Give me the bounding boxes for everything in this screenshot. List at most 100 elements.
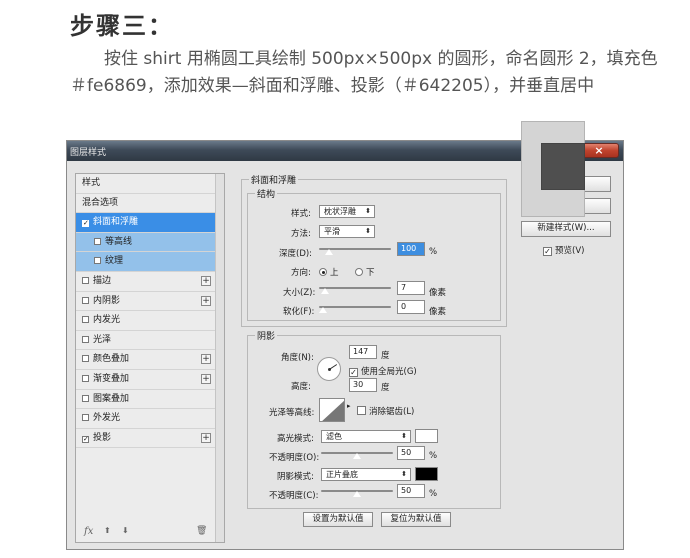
- checkbox-icon[interactable]: [82, 335, 89, 343]
- checkbox-icon[interactable]: [82, 355, 89, 363]
- contour-dropdown-icon[interactable]: ▸: [347, 402, 351, 410]
- style-item-label: 光泽: [93, 334, 112, 345]
- radio-icon: [319, 268, 327, 276]
- gloss-contour-picker[interactable]: [319, 398, 345, 422]
- checkbox-icon[interactable]: [82, 316, 89, 324]
- checkbox-icon[interactable]: [82, 414, 89, 422]
- style-item[interactable]: 内发光: [76, 311, 217, 331]
- highlight-mode-value: 滤色: [326, 432, 342, 441]
- global-light-checkbox[interactable]: ✓ 使用全局光(G): [349, 365, 417, 377]
- direction-down-radio[interactable]: 下: [355, 266, 375, 278]
- technique-label: 方法:: [291, 229, 311, 239]
- soften-slider[interactable]: [318, 304, 391, 314]
- altitude-input[interactable]: 30: [349, 378, 377, 392]
- direction-up-radio[interactable]: 上: [319, 266, 339, 278]
- style-item[interactable]: 颜色叠加 +: [76, 350, 217, 370]
- highlight-opacity-label: 不透明度(O):: [269, 453, 320, 463]
- set-default-button[interactable]: 设置为默认值: [303, 512, 373, 527]
- style-item-label: 纹理: [105, 256, 124, 267]
- style-item[interactable]: 光泽: [76, 331, 217, 351]
- checkbox-icon[interactable]: [94, 257, 101, 265]
- style-item[interactable]: ✓ 投影 +: [76, 429, 217, 449]
- add-effect-icon[interactable]: +: [201, 432, 211, 443]
- highlight-mode-select[interactable]: 滤色 ⬍: [321, 430, 411, 443]
- checkmark-icon[interactable]: ✓: [82, 435, 89, 443]
- shadow-mode-select[interactable]: 正片叠底 ⬍: [321, 468, 411, 481]
- soften-label: 软化(F):: [283, 307, 315, 317]
- soften-input[interactable]: 0: [397, 300, 425, 314]
- preview-swatch: [541, 143, 585, 190]
- size-slider-knob[interactable]: [319, 287, 330, 295]
- size-label: 大小(Z):: [283, 288, 316, 298]
- depth-input[interactable]: 100: [397, 242, 425, 256]
- style-item[interactable]: 等高线: [76, 232, 217, 253]
- shadow-opacity-knob[interactable]: [352, 490, 362, 498]
- style-item-label: 渐变叠加: [93, 373, 130, 384]
- highlight-opacity-slider[interactable]: [321, 450, 393, 460]
- size-slider[interactable]: [319, 285, 391, 295]
- checkbox-icon[interactable]: [82, 296, 89, 304]
- step-description: 按住 shirt 用椭圆工具绘制 500px×500px 的圆形，命名圆形 2，…: [70, 46, 670, 100]
- style-item-label: 混合选项: [82, 197, 119, 208]
- depth-slider[interactable]: [319, 246, 391, 256]
- style-preview: [521, 121, 585, 217]
- style-item[interactable]: 混合选项: [76, 194, 217, 214]
- shadow-mode-value: 正片叠底: [326, 470, 358, 479]
- bevel-style-select[interactable]: 枕状浮雕 ⬍: [319, 205, 375, 218]
- shadow-opacity-label: 不透明度(C):: [269, 491, 319, 501]
- depth-slider-knob[interactable]: [324, 248, 335, 256]
- style-item[interactable]: 样式: [76, 174, 217, 194]
- reset-default-button[interactable]: 复位为默认值: [381, 512, 451, 527]
- move-up-icon[interactable]: ⬆: [104, 526, 111, 535]
- style-item[interactable]: ✓ 斜面和浮雕: [76, 213, 217, 233]
- highlight-opacity-percent: %: [429, 451, 438, 461]
- technique-select[interactable]: 平滑 ⬍: [319, 225, 375, 238]
- style-item[interactable]: 内阴影 +: [76, 292, 217, 312]
- style-item[interactable]: 图案叠加: [76, 390, 217, 410]
- technique-value: 平滑: [324, 227, 340, 236]
- checkbox-icon: [357, 406, 366, 415]
- style-item[interactable]: 外发光: [76, 409, 217, 429]
- style-item[interactable]: 渐变叠加 +: [76, 370, 217, 390]
- checkbox-icon[interactable]: [82, 394, 89, 402]
- add-effect-icon[interactable]: +: [201, 354, 211, 365]
- checkbox-icon[interactable]: [82, 276, 89, 284]
- highlight-opacity-input[interactable]: 50: [397, 446, 425, 460]
- bevel-group-title: 斜面和浮雕: [249, 173, 299, 186]
- style-item-label: 内阴影: [93, 295, 121, 306]
- add-effect-icon[interactable]: +: [201, 295, 211, 306]
- shadow-opacity-slider[interactable]: [321, 488, 393, 498]
- shadow-color-swatch[interactable]: [415, 467, 438, 481]
- style-item[interactable]: 纹理: [76, 252, 217, 272]
- shadow-opacity-input[interactable]: 50: [397, 484, 425, 498]
- bevel-style-value: 枕状浮雕: [324, 207, 356, 216]
- add-effect-icon[interactable]: +: [201, 373, 211, 384]
- anti-alias-checkbox[interactable]: 消除锯齿(L): [357, 405, 414, 417]
- size-input[interactable]: 7: [397, 281, 425, 295]
- preview-checkbox[interactable]: ✓ 预览(V): [543, 244, 584, 256]
- checkmark-icon[interactable]: ✓: [82, 220, 89, 228]
- styles-list-footer: fx ⬆ ⬇ 🗑: [76, 522, 217, 542]
- highlight-opacity-knob[interactable]: [352, 452, 362, 460]
- highlight-color-swatch[interactable]: [415, 429, 438, 443]
- move-down-icon[interactable]: ⬇: [122, 526, 129, 535]
- step-heading: 步骤三：: [70, 12, 174, 40]
- style-item[interactable]: 描边 +: [76, 272, 217, 292]
- style-item-label: 颜色叠加: [93, 354, 130, 365]
- size-unit: 像素: [429, 288, 447, 298]
- trash-icon[interactable]: 🗑: [196, 526, 207, 536]
- soften-slider-knob[interactable]: [318, 306, 328, 314]
- direction-down-label: 下: [366, 268, 375, 278]
- checkbox-icon[interactable]: [82, 374, 89, 382]
- angle-input[interactable]: 147: [349, 345, 377, 359]
- depth-label: 深度(D):: [279, 249, 313, 259]
- styles-list-scrollbar[interactable]: [215, 174, 224, 542]
- select-arrows-icon: ⬍: [365, 227, 371, 235]
- add-effect-icon[interactable]: +: [201, 275, 211, 286]
- structure-title: 结构: [255, 187, 278, 200]
- angle-dial[interactable]: [317, 357, 341, 381]
- new-style-button[interactable]: 新建样式(W)...: [521, 221, 611, 237]
- close-button[interactable]: ×: [579, 143, 619, 158]
- checkbox-icon[interactable]: [94, 237, 101, 245]
- fx-icon[interactable]: fx: [84, 526, 93, 537]
